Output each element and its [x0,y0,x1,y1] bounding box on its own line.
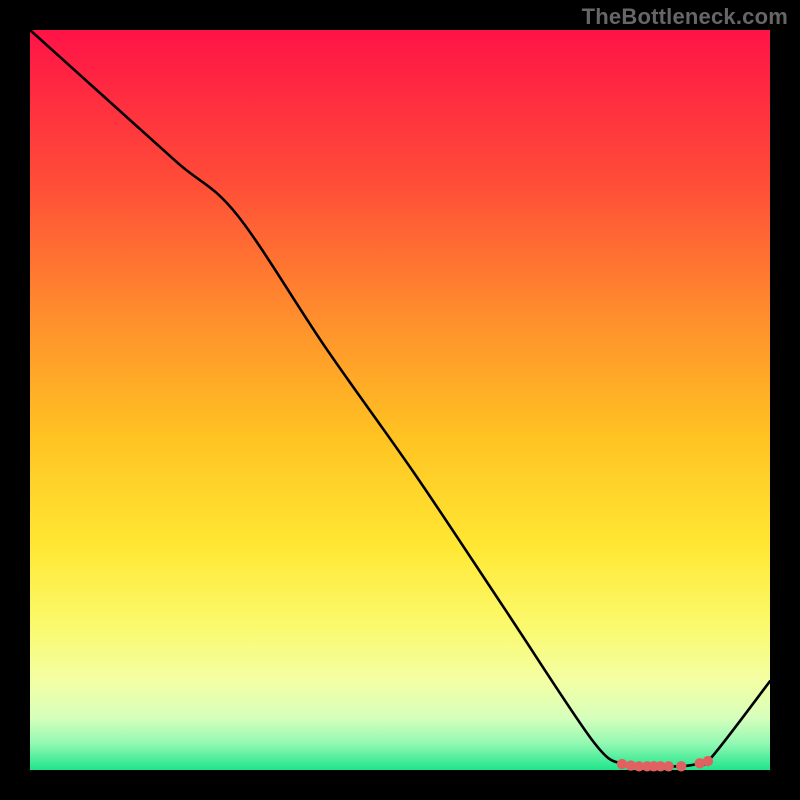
attribution-text: TheBottleneck.com [582,4,788,30]
optimal-marker [703,756,713,766]
optimal-marker [663,761,673,771]
marker-layer [30,30,770,770]
optimal-marker [676,761,686,771]
plot-area [30,30,770,770]
optimal-marker [617,759,627,769]
chart-stage: TheBottleneck.com [0,0,800,800]
